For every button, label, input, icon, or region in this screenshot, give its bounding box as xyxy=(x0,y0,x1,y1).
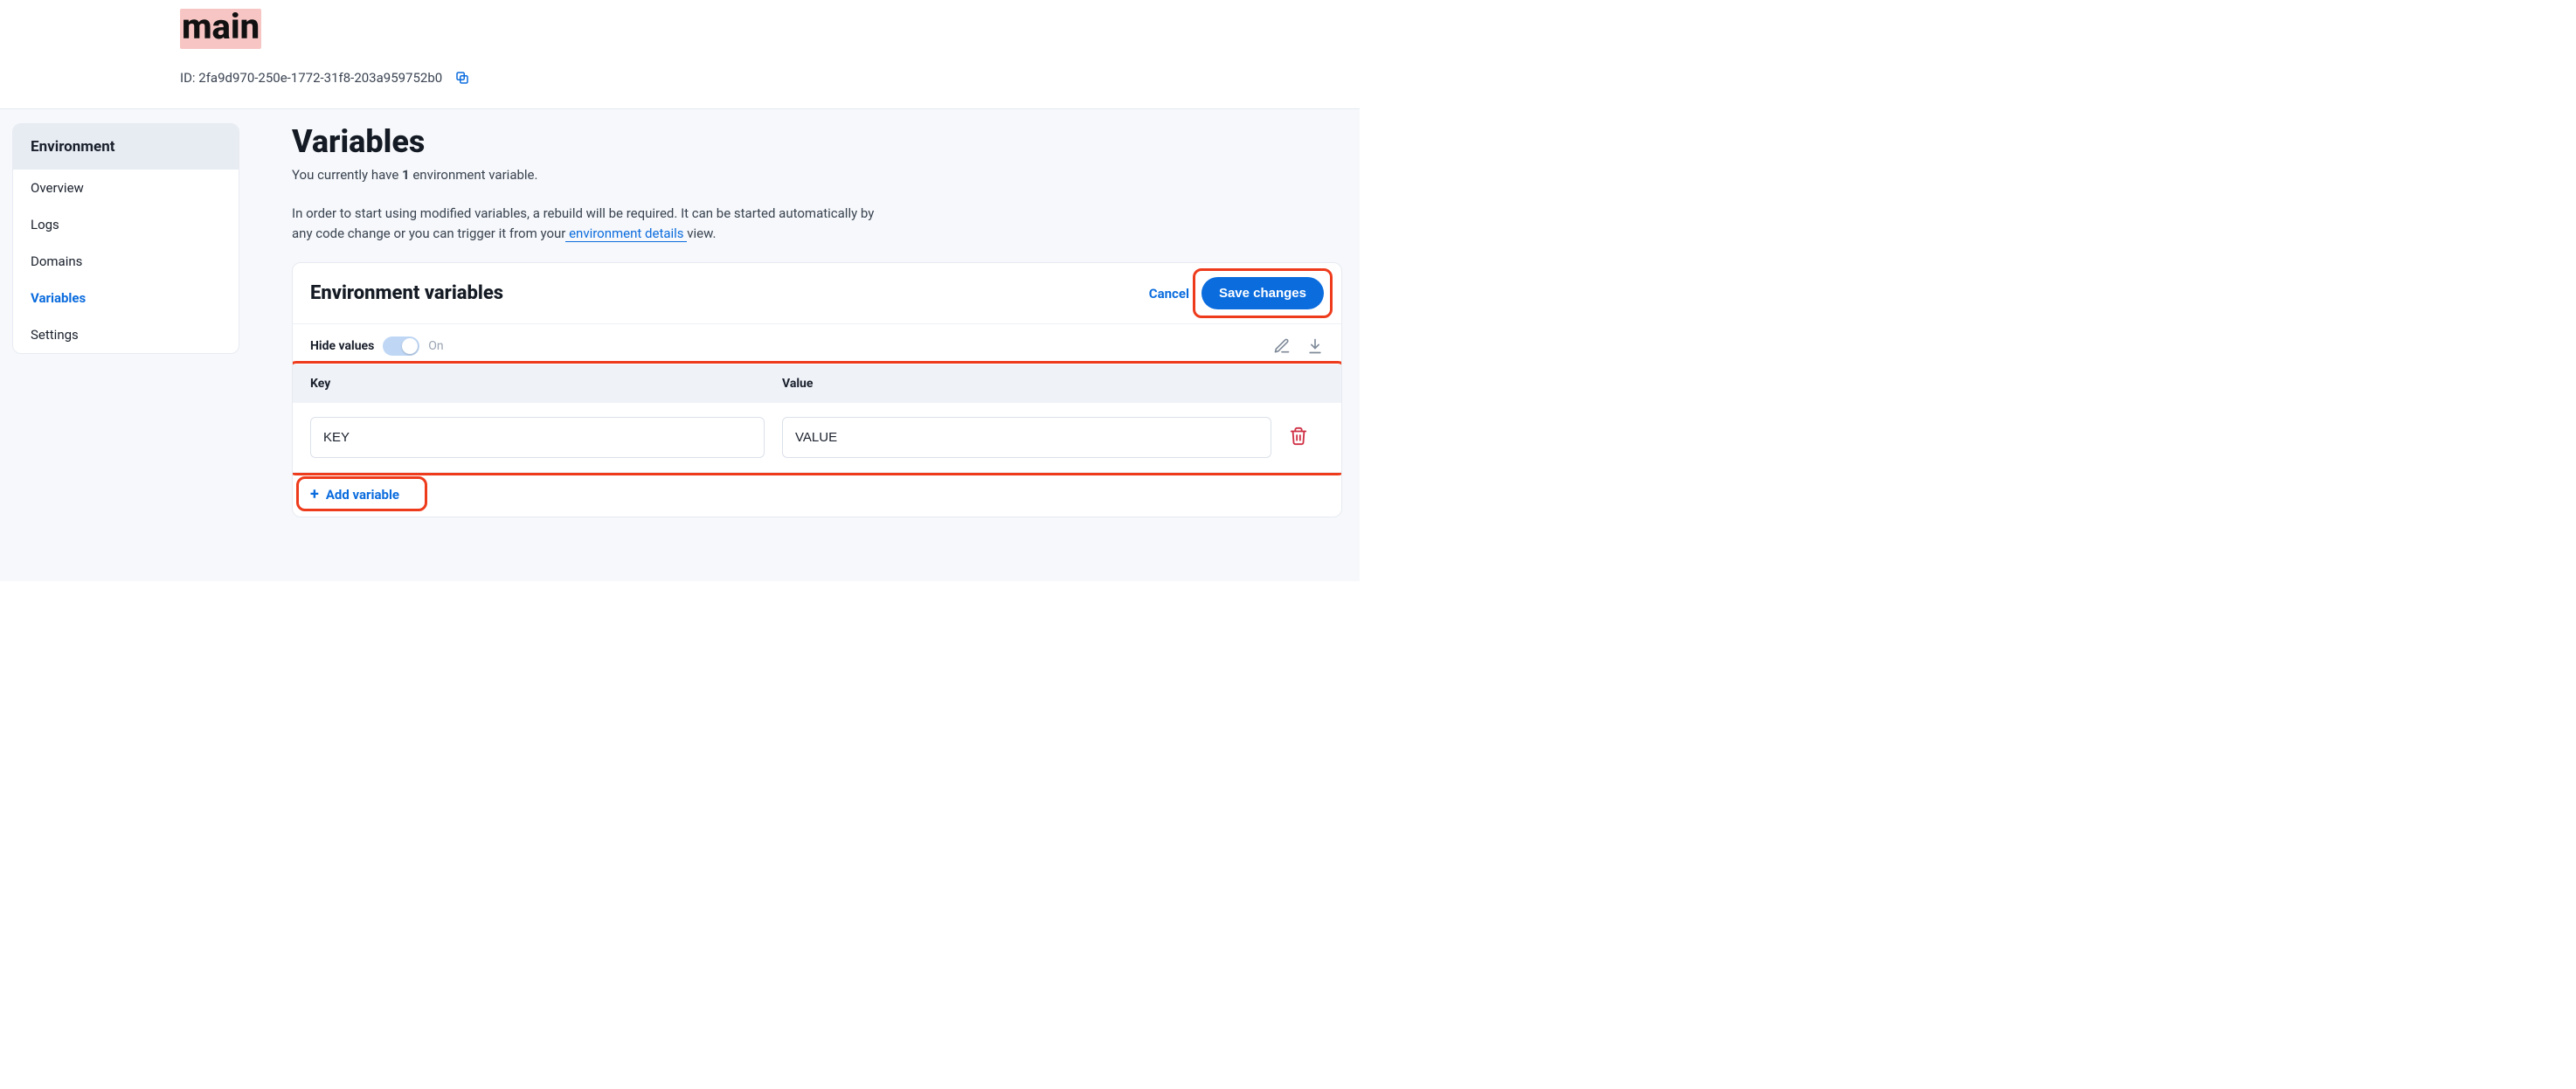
variable-value-input[interactable] xyxy=(782,417,1271,458)
variable-count-summary: You currently have 1 environment variabl… xyxy=(292,167,1342,183)
cancel-button[interactable]: Cancel xyxy=(1149,286,1189,302)
environment-sidebar: Environment Overview Logs Domains Variab… xyxy=(12,123,239,354)
environment-id-label: ID: 2fa9d970-250e-1772-31f8-203a959752b0 xyxy=(180,70,442,86)
environment-details-link[interactable]: environment details xyxy=(565,225,687,242)
sidebar-title: Environment xyxy=(13,124,239,170)
env-variables-card: Environment variables Cancel Save change… xyxy=(292,262,1342,517)
hide-values-label: Hide values xyxy=(310,339,374,353)
trash-icon[interactable] xyxy=(1289,427,1308,446)
hide-values-state: On xyxy=(428,339,443,353)
card-title: Environment variables xyxy=(310,282,503,304)
add-variable-button[interactable]: + Add variable xyxy=(293,472,1341,517)
hide-values-toggle[interactable] xyxy=(383,336,419,356)
variable-row xyxy=(293,403,1341,472)
column-header-value: Value xyxy=(782,377,1271,391)
copy-icon[interactable] xyxy=(453,68,472,87)
column-header-key: Key xyxy=(310,377,765,391)
environment-name-badge: main xyxy=(180,9,261,49)
variable-key-input[interactable] xyxy=(310,417,765,458)
sidebar-item-overview[interactable]: Overview xyxy=(13,170,239,206)
help-text: In order to start using modified variabl… xyxy=(292,204,886,243)
add-variable-label: Add variable xyxy=(326,487,399,503)
page-header: main ID: 2fa9d970-250e-1772-31f8-203a959… xyxy=(0,0,1360,109)
plus-icon: + xyxy=(310,487,319,503)
variables-table-header: Key Value xyxy=(293,364,1341,403)
save-changes-button[interactable]: Save changes xyxy=(1201,277,1324,309)
download-icon[interactable] xyxy=(1306,337,1324,355)
page-title: Variables xyxy=(292,123,1342,160)
sidebar-item-settings[interactable]: Settings xyxy=(13,316,239,353)
sidebar-item-domains[interactable]: Domains xyxy=(13,243,239,280)
environment-id-value: 2fa9d970-250e-1772-31f8-203a959752b0 xyxy=(198,70,442,86)
edit-icon[interactable] xyxy=(1273,337,1291,355)
sidebar-item-logs[interactable]: Logs xyxy=(13,206,239,243)
sidebar-item-variables[interactable]: Variables xyxy=(13,280,239,316)
